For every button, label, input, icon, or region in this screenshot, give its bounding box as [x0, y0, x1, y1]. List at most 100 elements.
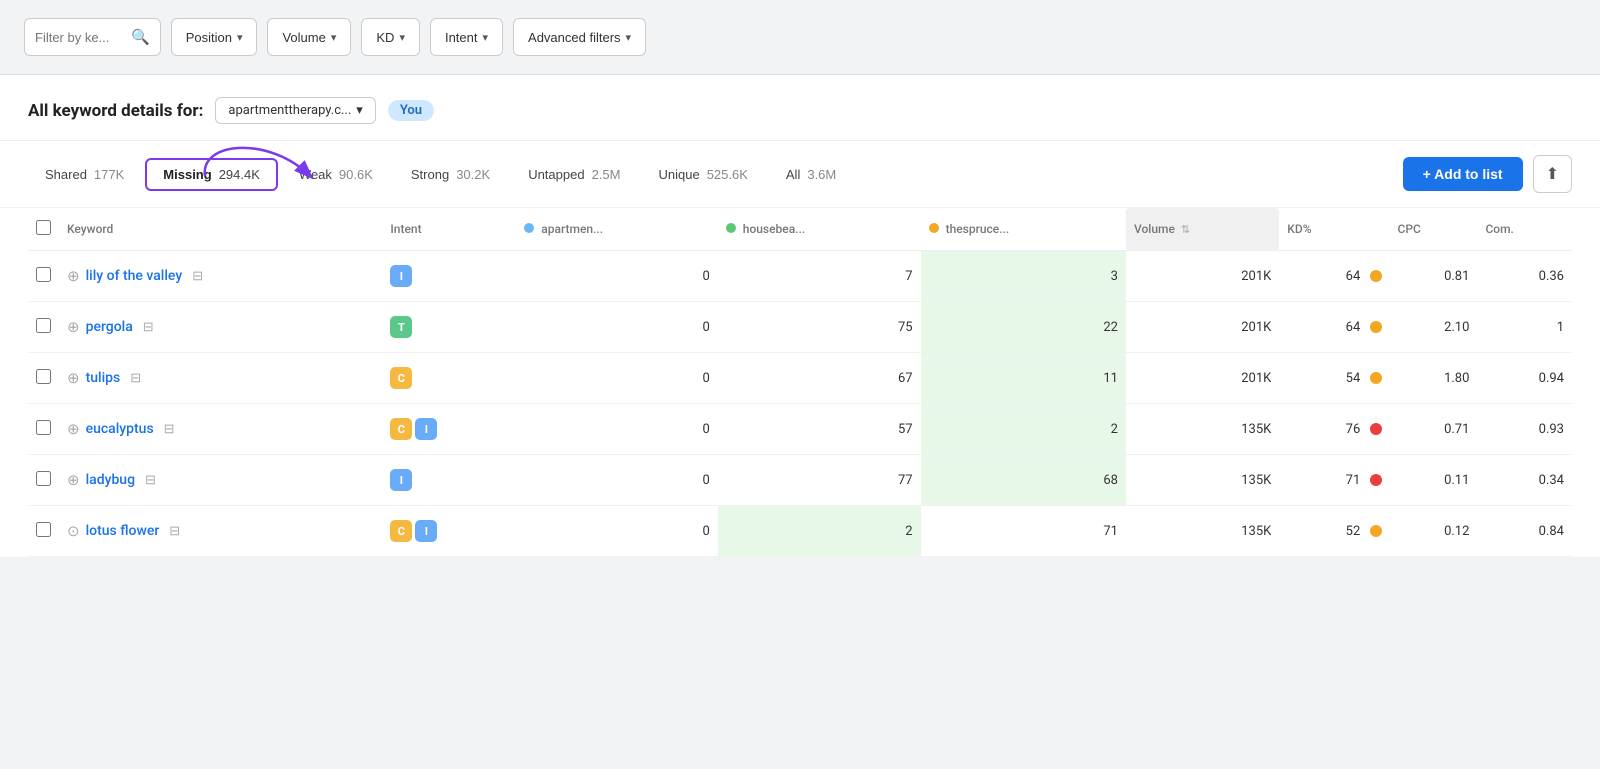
volume-filter-btn[interactable]: Volume ▾ — [267, 18, 351, 56]
row-thespruce: 22 — [921, 302, 1126, 353]
row-checkbox-cell — [28, 455, 59, 506]
row-com: 0.84 — [1477, 506, 1572, 557]
keyword-link[interactable]: ⊙ lotus flower ⊟ — [67, 522, 374, 540]
row-thespruce: 2 — [921, 404, 1126, 455]
kd-filter-btn[interactable]: KD ▾ — [361, 18, 420, 56]
row-apartmen: 0 — [516, 302, 717, 353]
main-content: All keyword details for: apartmenttherap… — [0, 75, 1600, 557]
tab-label: All — [786, 167, 800, 182]
intent-badge: I — [415, 520, 437, 542]
table-row: ⊕ ladybug ⊟I07768135K71 0.110.34 — [28, 455, 1572, 506]
apartmen-dot — [524, 223, 534, 233]
row-cpc: 0.81 — [1390, 251, 1478, 302]
advanced-filters-btn[interactable]: Advanced filters ▾ — [513, 18, 646, 56]
row-keyword: ⊕ tulips ⊟ — [59, 353, 382, 404]
tab-shared[interactable]: Shared 177K — [28, 159, 141, 190]
tab-all[interactable]: All 3.6M — [769, 159, 853, 190]
kd-difficulty-dot — [1370, 270, 1382, 282]
row-checkbox-cell — [28, 353, 59, 404]
add-keyword-icon: ⊕ — [67, 267, 80, 285]
row-checkbox[interactable] — [36, 267, 51, 282]
thespruce-dot — [929, 223, 939, 233]
header-apartmen: apartmen... — [516, 208, 717, 251]
row-checkbox[interactable] — [36, 318, 51, 333]
domain-chevron-icon: ▾ — [356, 103, 363, 118]
row-apartmen: 0 — [516, 353, 717, 404]
row-intent: CI — [382, 404, 516, 455]
kd-difficulty-dot — [1370, 321, 1382, 333]
keyword-link[interactable]: ⊕ lily of the valley ⊟ — [67, 267, 374, 285]
export-icon: ⬆ — [1546, 166, 1559, 183]
row-apartmen: 0 — [516, 404, 717, 455]
intent-badge: I — [390, 469, 412, 491]
tab-strong[interactable]: Strong 30.2K — [394, 159, 507, 190]
table-row: ⊕ eucalyptus ⊟CI0572135K76 0.710.93 — [28, 404, 1572, 455]
tab-untapped[interactable]: Untapped 2.5M — [511, 159, 637, 190]
row-intent: CI — [382, 506, 516, 557]
row-housebea: 75 — [718, 302, 921, 353]
tab-actions: + Add to list ⬆ — [1403, 155, 1572, 193]
row-kd: 52 — [1279, 506, 1389, 557]
tab-count: 525.6K — [707, 167, 748, 182]
tab-label: Missing — [163, 167, 211, 182]
keyword-link[interactable]: ⊕ tulips ⊟ — [67, 369, 374, 387]
kd-difficulty-dot — [1370, 372, 1382, 384]
row-checkbox[interactable] — [36, 369, 51, 384]
tab-count: 294.4K — [219, 167, 260, 182]
keyword-link[interactable]: ⊕ eucalyptus ⊟ — [67, 420, 374, 438]
search-button[interactable]: 🔍 — [131, 28, 150, 46]
advanced-label: Advanced filters — [528, 30, 621, 45]
domain-selector[interactable]: apartmenttherapy.c... ▾ — [215, 97, 375, 124]
position-filter-btn[interactable]: Position ▾ — [171, 18, 258, 56]
row-com: 0.34 — [1477, 455, 1572, 506]
tab-unique[interactable]: Unique 525.6K — [641, 159, 764, 190]
save-to-list-icon[interactable]: ⊟ — [192, 269, 203, 284]
row-com: 1 — [1477, 302, 1572, 353]
tab-count: 3.6M — [807, 167, 836, 182]
intent-badge: I — [390, 265, 412, 287]
tab-label: Untapped — [528, 167, 584, 182]
save-to-list-icon[interactable]: ⊟ — [145, 473, 156, 488]
header-thespruce: thespruce... — [921, 208, 1126, 251]
row-housebea: 67 — [718, 353, 921, 404]
housebea-dot — [726, 223, 736, 233]
keyword-link[interactable]: ⊕ ladybug ⊟ — [67, 471, 374, 489]
row-checkbox[interactable] — [36, 420, 51, 435]
row-volume: 201K — [1126, 302, 1279, 353]
save-to-list-icon[interactable]: ⊟ — [164, 422, 175, 437]
row-apartmen: 0 — [516, 251, 717, 302]
filter-input[interactable] — [35, 30, 125, 45]
tab-weak[interactable]: Weak 90.6K — [282, 159, 390, 190]
tab-missing[interactable]: Missing 294.4K — [145, 158, 278, 191]
row-kd: 64 — [1279, 251, 1389, 302]
add-to-list-button[interactable]: + Add to list — [1403, 157, 1523, 191]
row-intent: I — [382, 455, 516, 506]
header-kd: KD% — [1279, 208, 1389, 251]
intent-filter-btn[interactable]: Intent ▾ — [430, 18, 503, 56]
row-com: 0.93 — [1477, 404, 1572, 455]
intent-chevron-icon: ▾ — [483, 31, 489, 44]
row-com: 0.36 — [1477, 251, 1572, 302]
kd-difficulty-dot — [1370, 525, 1382, 537]
save-to-list-icon[interactable]: ⊟ — [143, 320, 154, 335]
table-row: ⊕ lily of the valley ⊟I073201K64 0.810.3… — [28, 251, 1572, 302]
row-checkbox[interactable] — [36, 471, 51, 486]
export-button[interactable]: ⬆ — [1533, 155, 1572, 193]
intent-badge: C — [390, 520, 412, 542]
row-checkbox[interactable] — [36, 522, 51, 537]
save-to-list-icon[interactable]: ⊟ — [169, 524, 180, 539]
sort-icon: ⇅ — [1181, 223, 1190, 236]
row-cpc: 0.12 — [1390, 506, 1478, 557]
filter-input-wrap[interactable]: 🔍 — [24, 18, 161, 56]
header-checkbox-cell — [28, 208, 59, 251]
add-keyword-icon: ⊕ — [67, 420, 80, 438]
tab-count: 2.5M — [592, 167, 621, 182]
row-keyword: ⊕ eucalyptus ⊟ — [59, 404, 382, 455]
select-all-checkbox[interactable] — [36, 220, 51, 235]
row-kd: 64 — [1279, 302, 1389, 353]
keyword-link[interactable]: ⊕ pergola ⊟ — [67, 318, 374, 336]
save-to-list-icon[interactable]: ⊟ — [130, 371, 141, 386]
header-volume[interactable]: Volume ⇅ — [1126, 208, 1279, 251]
intent-label: Intent — [445, 30, 478, 45]
tab-count: 30.2K — [456, 167, 490, 182]
